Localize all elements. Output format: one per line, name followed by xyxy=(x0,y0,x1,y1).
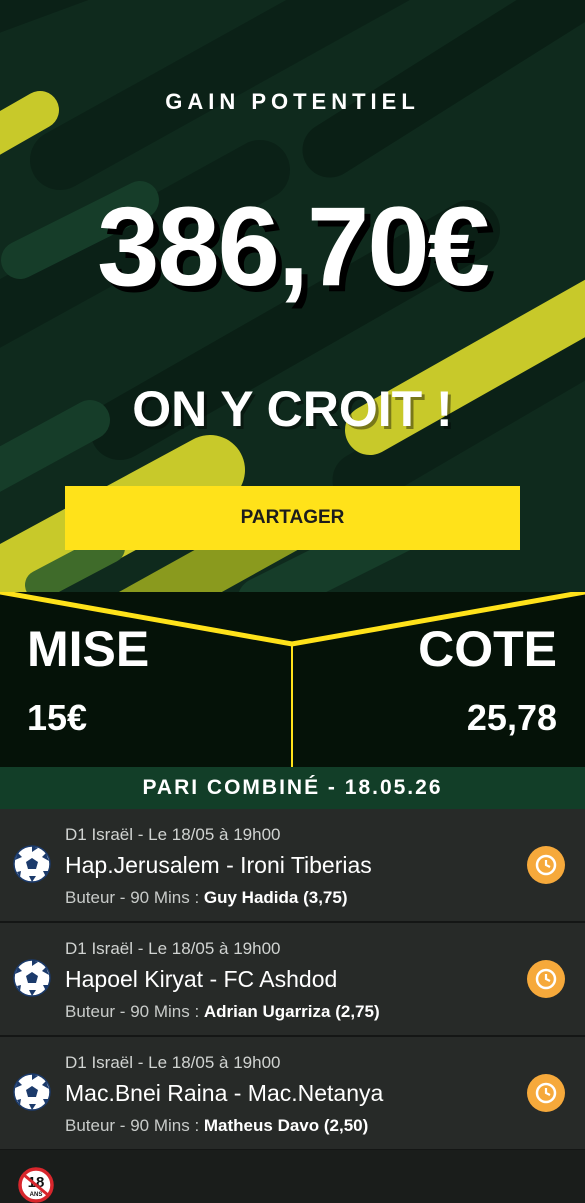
bet-pick: Adrian Ugarriza (2,75) xyxy=(203,1002,380,1021)
stake-odds-panel: MISE 15€ COTE 25,78 xyxy=(0,592,585,767)
list-item: D1 Israël - Le 18/05 à 19h00 Mac.Bnei Ra… xyxy=(0,1037,585,1151)
bet-league-time: D1 Israël - Le 18/05 à 19h00 xyxy=(65,939,281,958)
divider-chevron xyxy=(0,592,585,767)
clock-icon xyxy=(535,854,557,876)
odds-value: 25,78 xyxy=(466,697,557,738)
bet-list: D1 Israël - Le 18/05 à 19h00 Hap.Jerusal… xyxy=(0,809,585,1151)
bet-market: Buteur - 90 Mins : xyxy=(65,1116,204,1135)
bet-selection: Buteur - 90 Mins : Matheus Davo (2,50) xyxy=(65,1116,368,1136)
bet-market: Buteur - 90 Mins : xyxy=(65,888,204,907)
stake-value: 15€ xyxy=(27,697,88,738)
bet-match-name: Hap.Jerusalem - Ironi Tiberias xyxy=(65,852,372,878)
potential-gain-label: GAIN POTENTIEL xyxy=(165,89,420,114)
clock-button[interactable] xyxy=(527,1074,565,1112)
stake-label: MISE xyxy=(27,621,150,677)
bet-market: Buteur - 90 Mins : xyxy=(65,1002,204,1021)
soccer-ball-icon xyxy=(13,1073,51,1111)
bet-selection: Buteur - 90 Mins : Adrian Ugarriza (2,75… xyxy=(65,1002,380,1022)
clock-icon xyxy=(535,968,557,990)
combo-bet-header: PARI COMBINÉ - 18.05.26 xyxy=(0,767,585,809)
bet-pick: Matheus Davo (2,50) xyxy=(203,1116,369,1135)
bet-pick: Guy Hadida (3,75) xyxy=(203,888,348,907)
bet-league-time: D1 Israël - Le 18/05 à 19h00 xyxy=(65,825,281,844)
age-sub-label: ANS xyxy=(30,1192,43,1198)
list-item: D1 Israël - Le 18/05 à 19h00 Hap.Jerusal… xyxy=(0,809,585,923)
bet-match-name: Mac.Bnei Raina - Mac.Netanya xyxy=(65,1080,384,1106)
footer: 18 ANS xyxy=(0,1150,585,1203)
list-item: D1 Israël - Le 18/05 à 19h00 Hapoel Kiry… xyxy=(0,923,585,1037)
potential-gain-amount: 386,70€ xyxy=(97,184,490,309)
bet-match-name: Hapoel Kiryat - FC Ashdod xyxy=(65,966,338,992)
bet-selection: Buteur - 90 Mins : Guy Hadida (3,75) xyxy=(65,888,348,908)
clock-icon xyxy=(535,1082,557,1104)
slogan-text: ON Y CROIT ! xyxy=(132,381,453,437)
soccer-ball-icon xyxy=(13,845,51,883)
bet-league-time: D1 Israël - Le 18/05 à 19h00 xyxy=(65,1053,281,1072)
hero-banner: GAIN POTENTIEL 386,70€ ON Y CROIT ! PART… xyxy=(0,0,585,596)
share-button[interactable]: PARTAGER xyxy=(65,486,520,550)
soccer-ball-icon xyxy=(13,959,51,997)
age-restriction-icon: 18 ANS xyxy=(18,1167,54,1203)
clock-button[interactable] xyxy=(527,960,565,998)
clock-button[interactable] xyxy=(527,846,565,884)
odds-label: COTE xyxy=(418,621,557,677)
